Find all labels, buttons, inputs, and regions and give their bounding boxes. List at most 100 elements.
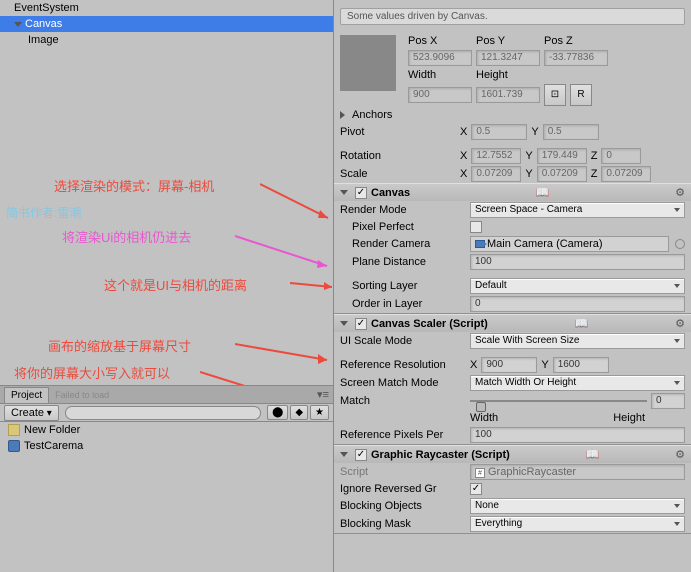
pivot-x[interactable]: 0.5 <box>471 124 527 140</box>
project-panel: Project Failed to load ▾≡ Create ▾ ⬤ ◆ ★… <box>0 385 333 572</box>
label: Height <box>613 412 645 424</box>
label: Pos Y <box>476 35 540 47</box>
gear-icon[interactable]: ⚙ <box>675 317 685 330</box>
pivot-y[interactable]: 0.5 <box>543 124 599 140</box>
label: Scale <box>340 168 456 180</box>
match-mode-dropdown[interactable]: Match Width Or Height <box>470 375 685 391</box>
plane-distance-field[interactable]: 100 <box>470 254 685 270</box>
expand-icon[interactable] <box>14 22 22 27</box>
ignore-reversed-checkbox[interactable] <box>470 483 482 495</box>
label: Ignore Reversed Gr <box>340 483 466 495</box>
sc-y[interactable]: 0.07209 <box>537 166 587 182</box>
hierarchy-item[interactable]: EventSystem <box>0 0 333 16</box>
project-item[interactable]: TestCarema <box>0 438 333 454</box>
expand-icon[interactable] <box>340 452 348 457</box>
help-icon[interactable]: 📖 <box>575 317 589 330</box>
scene-icon <box>8 440 20 452</box>
expand-icon[interactable] <box>340 190 348 195</box>
label: Pixel Perfect <box>340 221 466 233</box>
canvas-component: Canvas📖⚙ Render ModeScreen Space - Camer… <box>334 183 691 314</box>
match-value[interactable]: 0 <box>651 393 685 409</box>
label: Reference Pixels Per <box>340 429 466 441</box>
search-input[interactable] <box>65 406 261 420</box>
script-field: #GraphicRaycaster <box>470 464 685 480</box>
label: Width <box>470 412 609 424</box>
label: Match <box>340 395 466 407</box>
ui-scale-mode-dropdown[interactable]: Scale With Screen Size <box>470 333 685 349</box>
menu-icon[interactable]: ▾≡ <box>317 388 329 401</box>
expand-icon[interactable] <box>340 321 348 326</box>
hierarchy-item-selected[interactable]: Canvas <box>0 16 333 32</box>
gear-icon[interactable]: ⚙ <box>675 186 685 199</box>
label: Render Mode <box>340 204 466 216</box>
ref-res-y[interactable]: 1600 <box>553 357 609 373</box>
object-picker-icon[interactable] <box>675 239 685 249</box>
label: Pivot <box>340 126 456 138</box>
label: Rotation <box>340 150 456 162</box>
label: Height <box>476 69 540 81</box>
render-mode-dropdown[interactable]: Screen Space - Camera <box>470 202 685 218</box>
filter-button[interactable]: ◆ <box>290 405 308 420</box>
rot-z[interactable]: 0 <box>601 148 641 164</box>
gear-icon[interactable]: ⚙ <box>675 448 685 461</box>
expand-icon[interactable] <box>340 111 345 119</box>
label: Pos X <box>408 35 472 47</box>
match-slider[interactable] <box>470 394 647 408</box>
project-tab[interactable]: Project <box>4 387 49 403</box>
anchor-preset-thumb[interactable] <box>340 35 396 91</box>
label: Width <box>408 69 472 81</box>
failed-label: Failed to load <box>55 390 109 400</box>
label: Blocking Mask <box>340 518 466 530</box>
component-header[interactable]: Graphic Raycaster (Script)📖⚙ <box>334 446 691 463</box>
help-icon[interactable]: 📖 <box>536 186 550 199</box>
component-header[interactable]: Canvas📖⚙ <box>334 184 691 201</box>
project-header: Project Failed to load ▾≡ <box>0 386 333 404</box>
sc-z[interactable]: 0.07209 <box>601 166 651 182</box>
warning-box: Some values driven by Canvas. <box>340 8 685 25</box>
blocking-mask-dropdown[interactable]: Everything <box>470 516 685 532</box>
label: Blocking Objects <box>340 500 466 512</box>
folder-icon <box>8 424 20 436</box>
camera-icon <box>475 240 485 248</box>
width-field[interactable]: 900 <box>408 87 472 103</box>
rot-y[interactable]: 179.449 <box>537 148 587 164</box>
label: Pos Z <box>544 35 608 47</box>
create-button[interactable]: Create ▾ <box>4 405 59 421</box>
canvas-scaler-component: Canvas Scaler (Script)📖⚙ UI Scale ModeSc… <box>334 314 691 445</box>
ref-res-x[interactable]: 900 <box>481 357 537 373</box>
enable-checkbox[interactable] <box>355 318 367 330</box>
help-icon[interactable]: 📖 <box>586 448 600 461</box>
component-header[interactable]: Canvas Scaler (Script)📖⚙ <box>334 315 691 332</box>
hierarchy-item[interactable]: Image <box>0 32 333 48</box>
enable-checkbox[interactable] <box>355 187 367 199</box>
pos-x-field[interactable]: 523.9096 <box>408 50 472 66</box>
height-field[interactable]: 1601.739 <box>476 87 540 103</box>
label: Plane Distance <box>340 256 466 268</box>
label: Script <box>340 466 466 478</box>
blueprint-button[interactable]: ⊡ <box>544 84 566 106</box>
label: Order in Layer <box>340 298 466 310</box>
filter-button[interactable]: ★ <box>310 405 329 420</box>
pixel-perfect-checkbox[interactable] <box>470 221 482 233</box>
label: Render Camera <box>340 238 466 250</box>
label: UI Scale Mode <box>340 335 466 347</box>
project-item[interactable]: New Folder <box>0 422 333 438</box>
raw-button[interactable]: R <box>570 84 592 106</box>
ref-pixels-field[interactable]: 100 <box>470 427 685 443</box>
pos-y-field[interactable]: 121.3247 <box>476 50 540 66</box>
enable-checkbox[interactable] <box>355 449 367 461</box>
sc-x[interactable]: 0.07209 <box>471 166 521 182</box>
filter-button[interactable]: ⬤ <box>267 405 288 420</box>
blocking-objects-dropdown[interactable]: None <box>470 498 685 514</box>
inspector-panel: Some values driven by Canvas. Pos X Pos … <box>333 0 691 572</box>
label: Reference Resolution <box>340 359 466 371</box>
pos-z-field[interactable]: -33.77836 <box>544 50 608 66</box>
rot-x[interactable]: 12.7552 <box>471 148 521 164</box>
label: Screen Match Mode <box>340 377 466 389</box>
render-camera-field[interactable]: Main Camera (Camera) <box>470 236 669 252</box>
project-toolbar: Create ▾ ⬤ ◆ ★ <box>0 404 333 422</box>
label: Sorting Layer <box>340 280 466 292</box>
author-label: 简书作者:雷潮 <box>6 204 81 221</box>
order-field[interactable]: 0 <box>470 296 685 312</box>
sorting-layer-dropdown[interactable]: Default <box>470 278 685 294</box>
